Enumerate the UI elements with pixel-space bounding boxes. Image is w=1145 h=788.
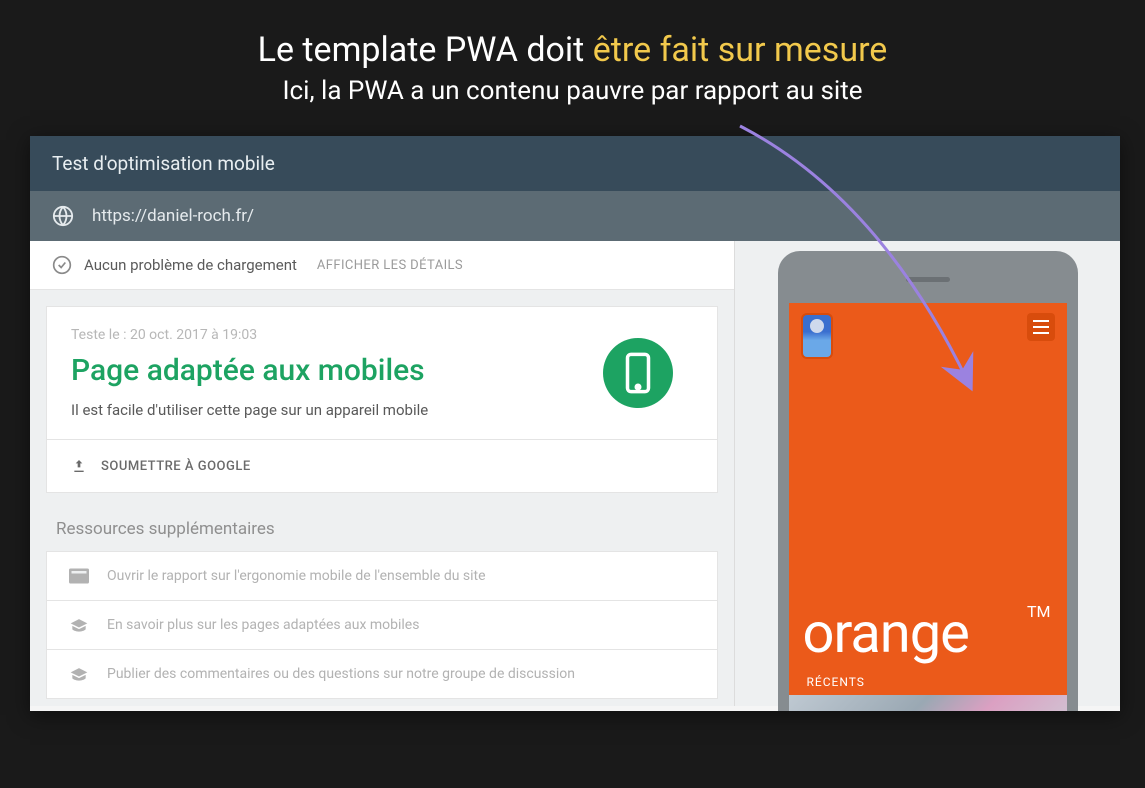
brand-word: orange <box>803 600 969 666</box>
submit-to-google-button[interactable]: SOUMETTRE À GOOGLE <box>46 440 718 493</box>
hamburger-menu-button[interactable] <box>1027 313 1055 341</box>
results-column: Aucun problème de chargement AFFICHER LE… <box>30 241 735 706</box>
status-message: Aucun problème de chargement <box>84 256 297 274</box>
submit-label: SOUMETTRE À GOOGLE <box>101 459 251 474</box>
mobile-ok-badge <box>603 338 673 408</box>
upload-icon <box>71 458 87 474</box>
phone-mockup: orange TM RÉCENTS LE BLOG <box>778 251 1078 711</box>
slide-title: Le template PWA doit être fait sur mesur… <box>30 30 1115 70</box>
preview-column: orange TM RÉCENTS LE BLOG <box>735 241 1120 706</box>
phone-screen: orange TM RÉCENTS LE BLOG <box>789 303 1067 711</box>
resource-link[interactable]: Ouvrir le rapport sur l'ergonomie mobile… <box>46 551 718 600</box>
tested-date: Teste le : 20 oct. 2017 à 19:03 <box>71 327 583 343</box>
tool-name: Test d'optimisation mobile <box>52 152 275 175</box>
result-subtext: Il est facile d'utiliser cette page sur … <box>71 401 583 419</box>
resource-link[interactable]: En savoir plus sur les pages adaptées au… <box>46 600 718 649</box>
result-card: Teste le : 20 oct. 2017 à 19:03 Page ada… <box>46 306 718 440</box>
learn-icon <box>69 617 89 633</box>
resource-link[interactable]: Publier des commentaires ou des question… <box>46 649 718 699</box>
title-part2: être fait sur mesure <box>593 30 888 70</box>
tool-title-bar: Test d'optimisation mobile <box>30 136 1120 191</box>
slide-subtitle: Ici, la PWA a un contenu pauvre par rapp… <box>30 76 1115 106</box>
discuss-icon <box>69 666 89 682</box>
check-circle-icon <box>52 255 72 275</box>
resource-text: En savoir plus sur les pages adaptées au… <box>107 617 419 633</box>
show-details-link[interactable]: AFFICHER LES DÉTAILS <box>317 258 463 273</box>
resource-text: Ouvrir le rapport sur l'ergonomie mobile… <box>107 568 486 584</box>
trademark: TM <box>1027 602 1051 621</box>
phone-icon <box>622 352 654 394</box>
recents-label: RÉCENTS <box>807 675 865 689</box>
title-part1: Le template PWA doit <box>258 30 593 70</box>
globe-icon <box>52 205 74 227</box>
result-headline: Page adaptée aux mobiles <box>71 353 583 389</box>
url-bar[interactable]: https://daniel-roch.fr/ <box>30 191 1120 241</box>
resources-header: Ressources supplémentaires <box>30 509 734 551</box>
url-text: https://daniel-roch.fr/ <box>92 206 254 226</box>
tool-panel: Test d'optimisation mobile https://danie… <box>30 136 1120 711</box>
site-logo-icon <box>801 313 833 359</box>
blog-banner[interactable]: LE BLOG <box>789 695 1067 711</box>
report-icon <box>69 568 89 584</box>
status-row: Aucun problème de chargement AFFICHER LE… <box>30 241 734 290</box>
resource-text: Publier des commentaires ou des question… <box>107 666 575 682</box>
